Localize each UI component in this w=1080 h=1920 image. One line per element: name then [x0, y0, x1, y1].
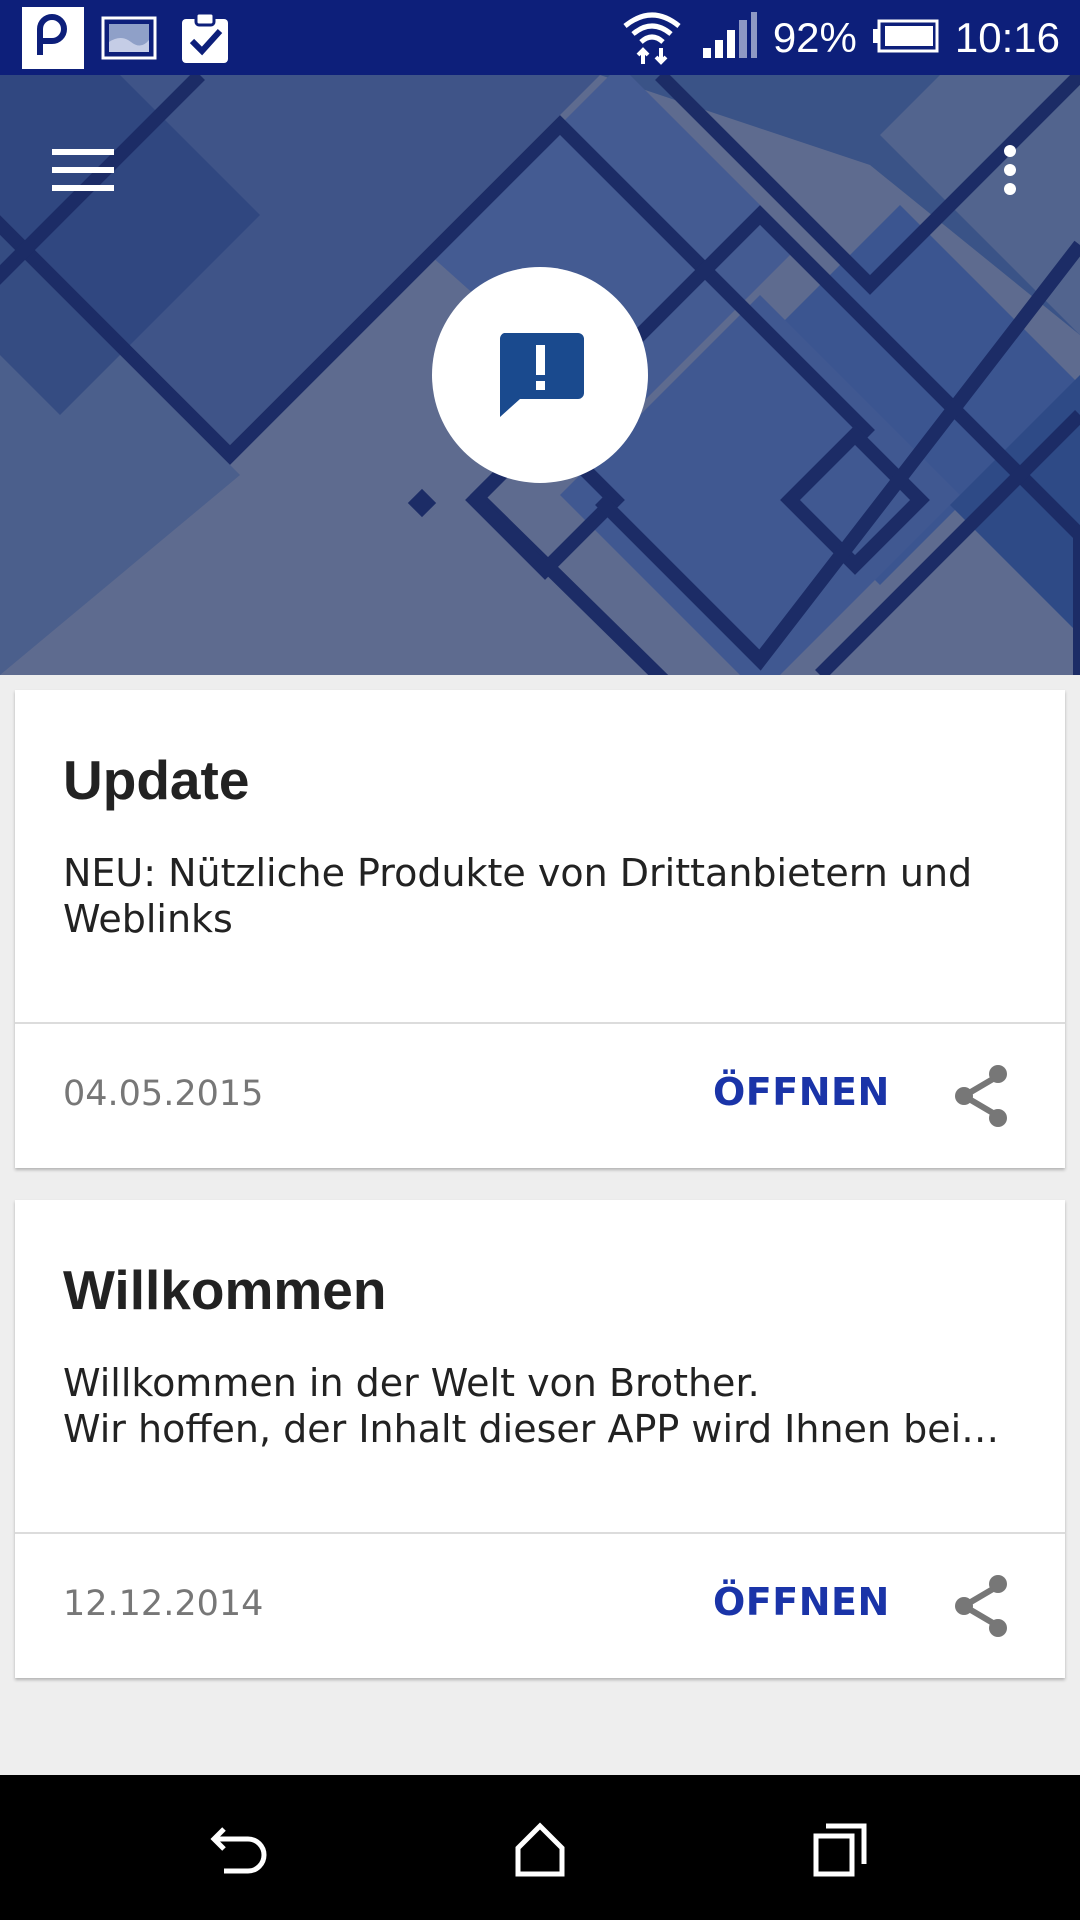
- gallery-icon: [98, 7, 160, 69]
- clock: 10:16: [954, 13, 1060, 61]
- card-date: 12.12.2014: [63, 1584, 264, 1624]
- share-icon: [955, 1065, 1007, 1127]
- header-banner: [0, 75, 1080, 675]
- more-vert-icon: [1004, 145, 1016, 195]
- back-button[interactable]: [195, 1805, 285, 1895]
- app-p-icon: [22, 7, 84, 69]
- open-button[interactable]: ÖFFNEN: [713, 1580, 890, 1624]
- home-button[interactable]: [495, 1805, 585, 1895]
- clipboard-check-icon: [174, 7, 236, 69]
- card-footer: 04.05.2015 ÖFFNEN: [15, 1024, 1065, 1168]
- card-date: 04.05.2015: [63, 1074, 264, 1114]
- recents-button[interactable]: [795, 1805, 885, 1895]
- home-icon: [515, 1822, 565, 1877]
- share-button[interactable]: [950, 1574, 1014, 1638]
- overflow-menu-button[interactable]: [970, 127, 1050, 213]
- card-footer: 12.12.2014 ÖFFNEN: [15, 1534, 1065, 1678]
- status-icons: 92% 10:16: [619, 0, 1060, 75]
- header-badge: [432, 267, 648, 483]
- navigation-bar: [0, 1775, 1080, 1920]
- signal-icon: [701, 11, 757, 64]
- share-icon: [955, 1575, 1007, 1637]
- news-card-welcome: Willkommen Willkommen in der Welt von Br…: [15, 1200, 1065, 1678]
- card-title: Update: [63, 749, 250, 811]
- card-body[interactable]: Willkommen Willkommen in der Welt von Br…: [15, 1200, 1065, 1534]
- card-text-line: Willkommen in der Welt von Brother.: [63, 1361, 760, 1405]
- card-title: Willkommen: [63, 1259, 387, 1321]
- feedback-alert-icon: [499, 333, 584, 417]
- battery-icon: [872, 19, 939, 57]
- card-text-line: NEU: Nützliche Produkte von Drittanbiete…: [63, 851, 973, 895]
- open-button[interactable]: ÖFFNEN: [713, 1070, 890, 1114]
- card-text-line: Wir hoffen, der Inhalt dieser APP wird I…: [63, 1407, 1023, 1451]
- recents-icon: [813, 1823, 867, 1877]
- hamburger-menu-icon: [52, 149, 114, 191]
- card-text-line: Weblinks: [63, 897, 233, 941]
- status-bar: 92% 10:16: [0, 0, 1080, 75]
- battery-percent: 92%: [772, 13, 857, 61]
- back-icon: [210, 1827, 267, 1874]
- card-text: Willkommen in der Welt von Brother. Wir …: [63, 1360, 1023, 1452]
- wifi-icon: [619, 6, 685, 70]
- notification-icons: [22, 7, 236, 69]
- news-card-update: Update NEU: Nützliche Produkte von Dritt…: [15, 690, 1065, 1168]
- menu-button[interactable]: [40, 127, 126, 213]
- card-body[interactable]: Update NEU: Nützliche Produkte von Dritt…: [15, 690, 1065, 1024]
- share-button[interactable]: [950, 1064, 1014, 1128]
- card-text: NEU: Nützliche Produkte von Drittanbiete…: [63, 850, 1023, 942]
